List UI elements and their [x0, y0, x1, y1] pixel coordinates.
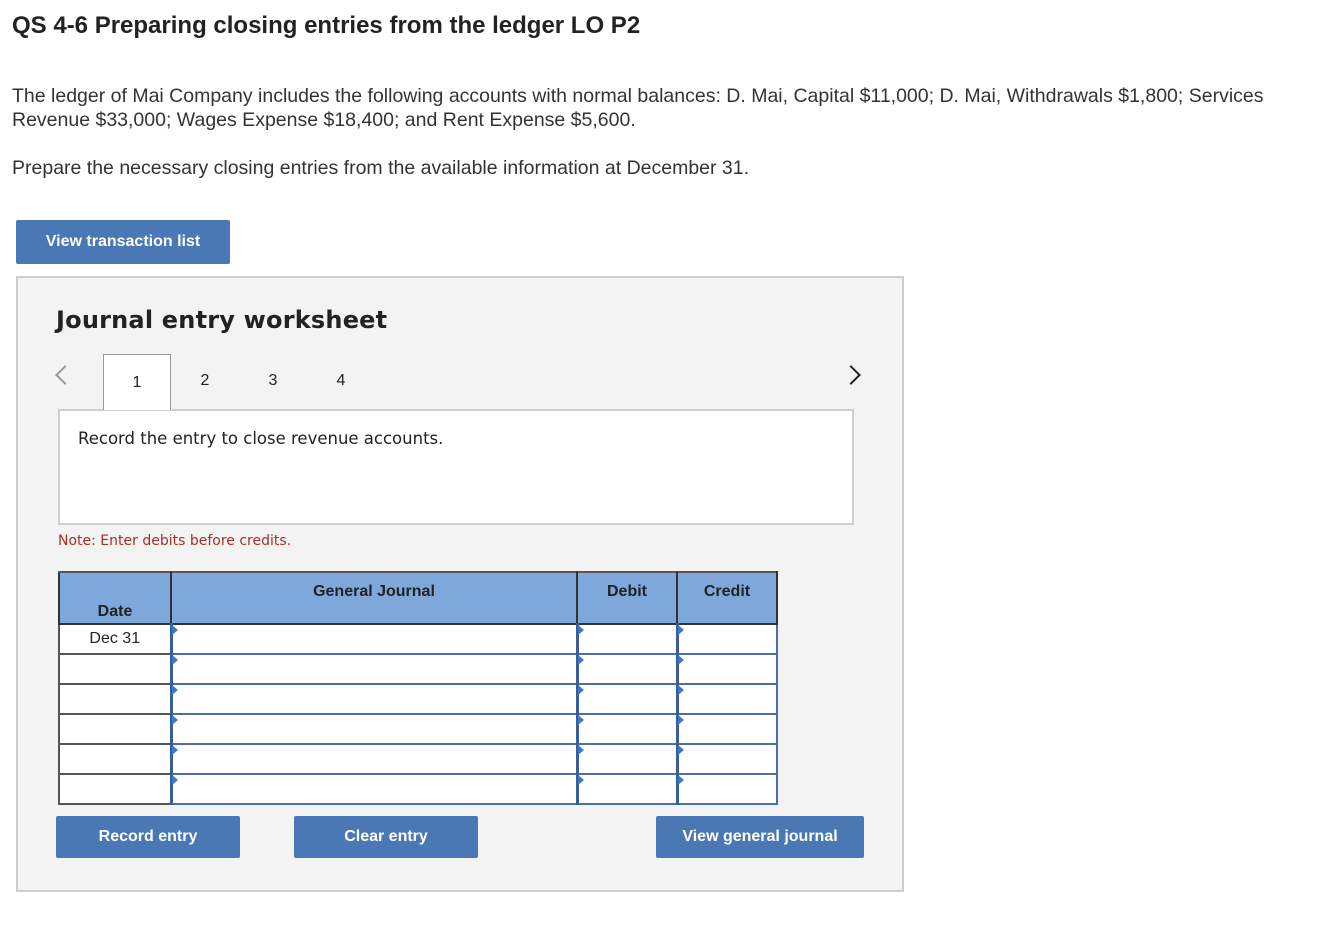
- problem-description: The ledger of Mai Company includes the f…: [12, 85, 1264, 131]
- credit-input[interactable]: [678, 655, 776, 683]
- tab-entry-1[interactable]: 1: [103, 354, 171, 410]
- table-row: [58, 653, 778, 685]
- debit-input[interactable]: [578, 655, 676, 683]
- account-cell[interactable]: [169, 713, 578, 745]
- table-row: [58, 713, 778, 745]
- account-cell[interactable]: [169, 623, 578, 655]
- date-column-header: Date: [58, 571, 172, 625]
- page-title: QS 4-6 Preparing closing entries from th…: [12, 12, 641, 39]
- chevron-right-icon: [841, 365, 861, 385]
- general-journal-table: Date General Journal Debit Credit Dec 31: [58, 571, 778, 805]
- clear-entry-button[interactable]: Clear entry: [294, 816, 478, 858]
- worksheet-title: Journal entry worksheet: [56, 306, 388, 334]
- credit-cell[interactable]: [675, 773, 778, 805]
- debit-input[interactable]: [578, 745, 676, 773]
- problem-instruction: Prepare the necessary closing entries fr…: [12, 157, 750, 179]
- credit-input[interactable]: [678, 625, 776, 653]
- account-cell[interactable]: [169, 773, 578, 805]
- record-entry-button[interactable]: Record entry: [56, 816, 240, 858]
- account-input[interactable]: [172, 715, 576, 743]
- journal-entry-worksheet: Journal entry worksheet 1 2 3 4 Record t…: [16, 276, 904, 892]
- credit-input[interactable]: [678, 775, 776, 803]
- date-cell: [58, 683, 172, 715]
- next-entry-button[interactable]: [841, 362, 861, 388]
- credit-cell[interactable]: [675, 743, 778, 775]
- account-cell[interactable]: [169, 683, 578, 715]
- debit-input[interactable]: [578, 685, 676, 713]
- debit-input[interactable]: [578, 775, 676, 803]
- table-row: [58, 773, 778, 805]
- table-row: [58, 743, 778, 775]
- credit-input[interactable]: [678, 715, 776, 743]
- view-general-journal-button[interactable]: View general journal: [656, 816, 864, 858]
- debit-credit-note: Note: Enter debits before credits.: [58, 533, 292, 549]
- debit-cell[interactable]: [575, 653, 678, 685]
- debit-cell[interactable]: [575, 743, 678, 775]
- credit-cell[interactable]: [675, 713, 778, 745]
- credit-cell[interactable]: [675, 623, 778, 655]
- account-input[interactable]: [172, 625, 576, 653]
- debit-input[interactable]: [578, 715, 676, 743]
- tab-entry-4[interactable]: 4: [322, 354, 360, 408]
- credit-cell[interactable]: [675, 683, 778, 715]
- account-input[interactable]: [172, 685, 576, 713]
- date-cell: [58, 713, 172, 745]
- debit-column-header: Debit: [576, 571, 678, 625]
- debit-cell[interactable]: [575, 623, 678, 655]
- general-journal-column-header: General Journal: [170, 571, 578, 625]
- credit-column-header: Credit: [676, 571, 778, 625]
- chevron-left-icon: [55, 365, 75, 385]
- tab-entry-2[interactable]: 2: [186, 354, 224, 408]
- debit-cell[interactable]: [575, 683, 678, 715]
- view-transaction-list-button[interactable]: View transaction list: [16, 220, 230, 264]
- date-cell: Dec 31: [58, 623, 172, 655]
- account-input[interactable]: [172, 775, 576, 803]
- instruction-box: Record the entry to close revenue accoun…: [58, 409, 854, 525]
- debit-input[interactable]: [578, 625, 676, 653]
- tab-entry-3[interactable]: 3: [254, 354, 292, 408]
- debit-cell[interactable]: [575, 773, 678, 805]
- date-cell: [58, 773, 172, 805]
- credit-cell[interactable]: [675, 653, 778, 685]
- date-cell: [58, 653, 172, 685]
- debit-cell[interactable]: [575, 713, 678, 745]
- credit-input[interactable]: [678, 745, 776, 773]
- account-input[interactable]: [172, 655, 576, 683]
- date-cell: [58, 743, 172, 775]
- account-cell[interactable]: [169, 653, 578, 685]
- instruction-text: Record the entry to close revenue accoun…: [78, 429, 444, 448]
- account-cell[interactable]: [169, 743, 578, 775]
- account-input[interactable]: [172, 745, 576, 773]
- table-row: Dec 31: [58, 623, 778, 655]
- credit-input[interactable]: [678, 685, 776, 713]
- table-row: [58, 683, 778, 715]
- previous-entry-button[interactable]: [55, 362, 75, 388]
